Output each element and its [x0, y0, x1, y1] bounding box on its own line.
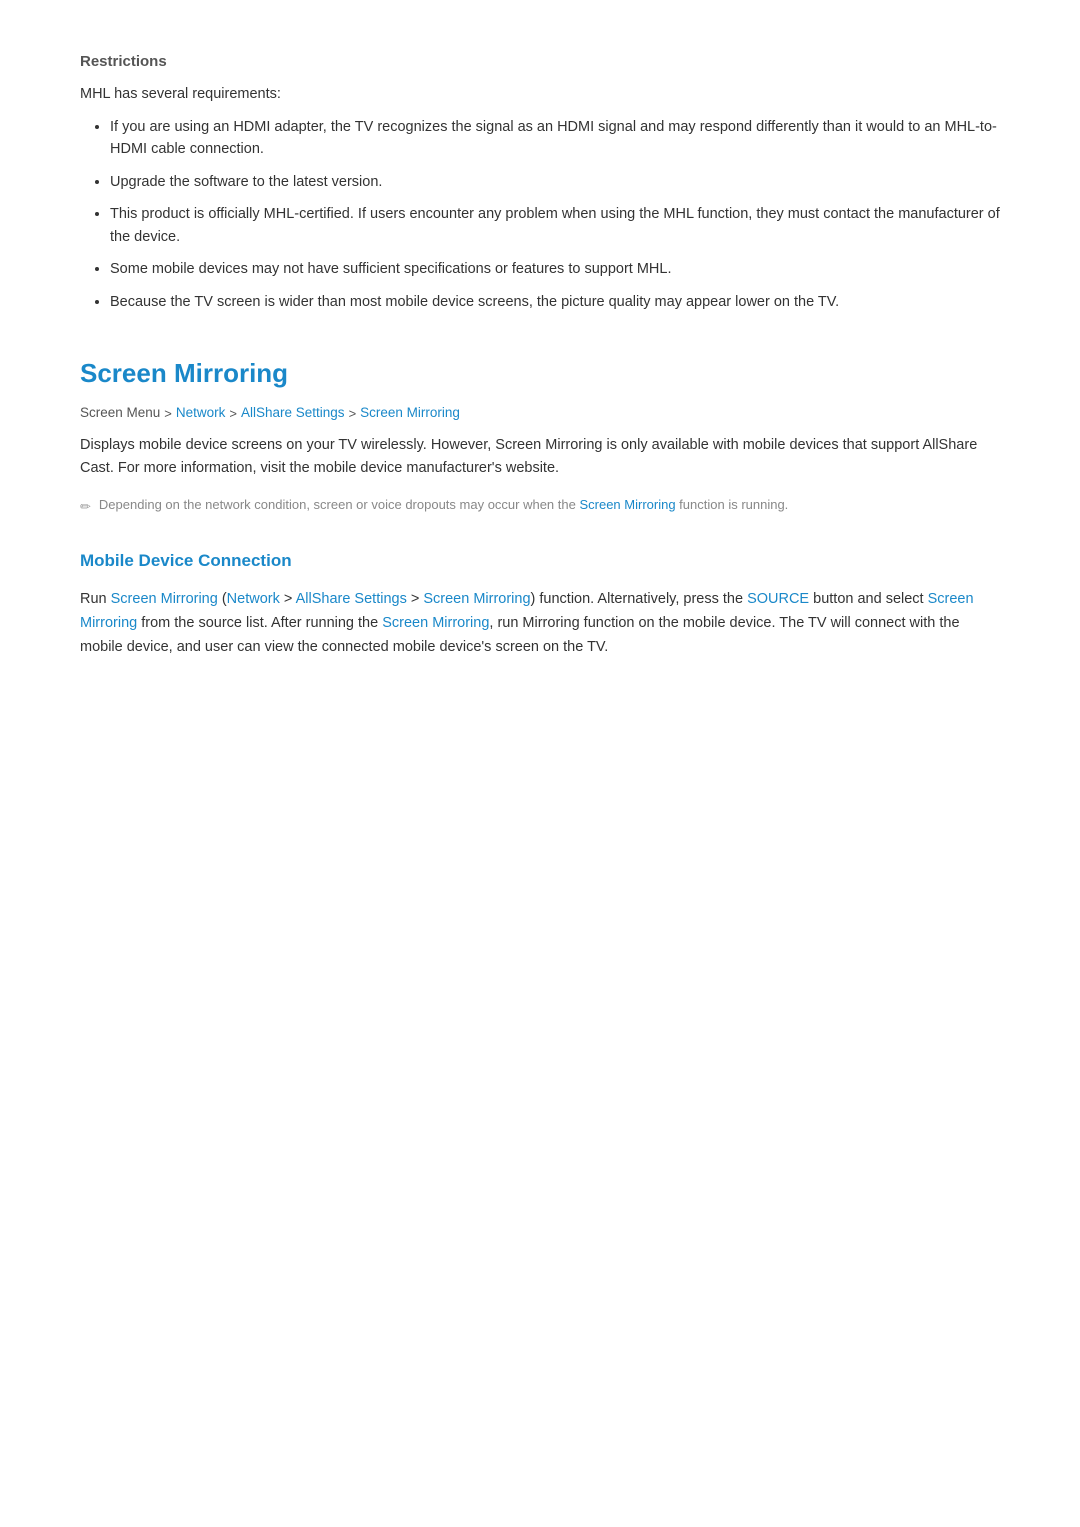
run-screen-mirroring-link[interactable]: Screen Mirroring — [111, 591, 218, 607]
note-screen-mirroring-link[interactable]: Screen Mirroring — [579, 497, 675, 512]
breadcrumb-separator-3: > — [349, 404, 357, 424]
pencil-icon — [80, 495, 91, 518]
note-text: Depending on the network condition, scre… — [99, 495, 788, 515]
list-item: This product is officially MHL-certified… — [110, 203, 1000, 248]
screen-mirroring-title: Screen Mirroring — [80, 353, 1000, 393]
list-item: Some mobile devices may not have suffici… — [110, 258, 1000, 280]
breadcrumb: Screen Menu > Network > AllShare Setting… — [80, 403, 1000, 424]
network-link[interactable]: Network — [227, 591, 280, 607]
screen-mirroring-after-link[interactable]: Screen Mirroring — [382, 615, 489, 631]
breadcrumb-network-link[interactable]: Network — [176, 403, 226, 424]
restrictions-section: Restrictions MHL has several requirement… — [80, 50, 1000, 313]
list-item: Upgrade the software to the latest versi… — [110, 171, 1000, 193]
restrictions-list: If you are using an HDMI adapter, the TV… — [110, 116, 1000, 313]
screen-mirroring-description: Displays mobile device screens on your T… — [80, 434, 1000, 480]
source-link[interactable]: SOURCE — [747, 591, 809, 607]
restrictions-title: Restrictions — [80, 50, 1000, 73]
mobile-device-connection-section: Mobile Device Connection Run Screen Mirr… — [80, 548, 1000, 660]
breadcrumb-separator-2: > — [229, 404, 237, 424]
list-item: Because the TV screen is wider than most… — [110, 291, 1000, 313]
allshare-settings-link[interactable]: AllShare Settings — [296, 591, 407, 607]
breadcrumb-part1: Screen Menu — [80, 403, 160, 424]
breadcrumb-allshare-link[interactable]: AllShare Settings — [241, 403, 345, 424]
note-box: Depending on the network condition, scre… — [80, 495, 1000, 518]
screen-mirroring-inline-link[interactable]: Screen Mirroring — [495, 437, 602, 453]
breadcrumb-separator-1: > — [164, 404, 172, 424]
breadcrumb-screen-mirroring-link[interactable]: Screen Mirroring — [360, 403, 460, 424]
mobile-device-connection-body: Run Screen Mirroring (Network > AllShare… — [80, 588, 1000, 660]
screen-mirroring-section: Screen Mirroring Screen Menu > Network >… — [80, 353, 1000, 518]
restrictions-intro: MHL has several requirements: — [80, 83, 1000, 105]
list-item: If you are using an HDMI adapter, the TV… — [110, 116, 1000, 161]
mobile-device-connection-title: Mobile Device Connection — [80, 548, 1000, 574]
screen-mirroring-path-link[interactable]: Screen Mirroring — [423, 591, 530, 607]
